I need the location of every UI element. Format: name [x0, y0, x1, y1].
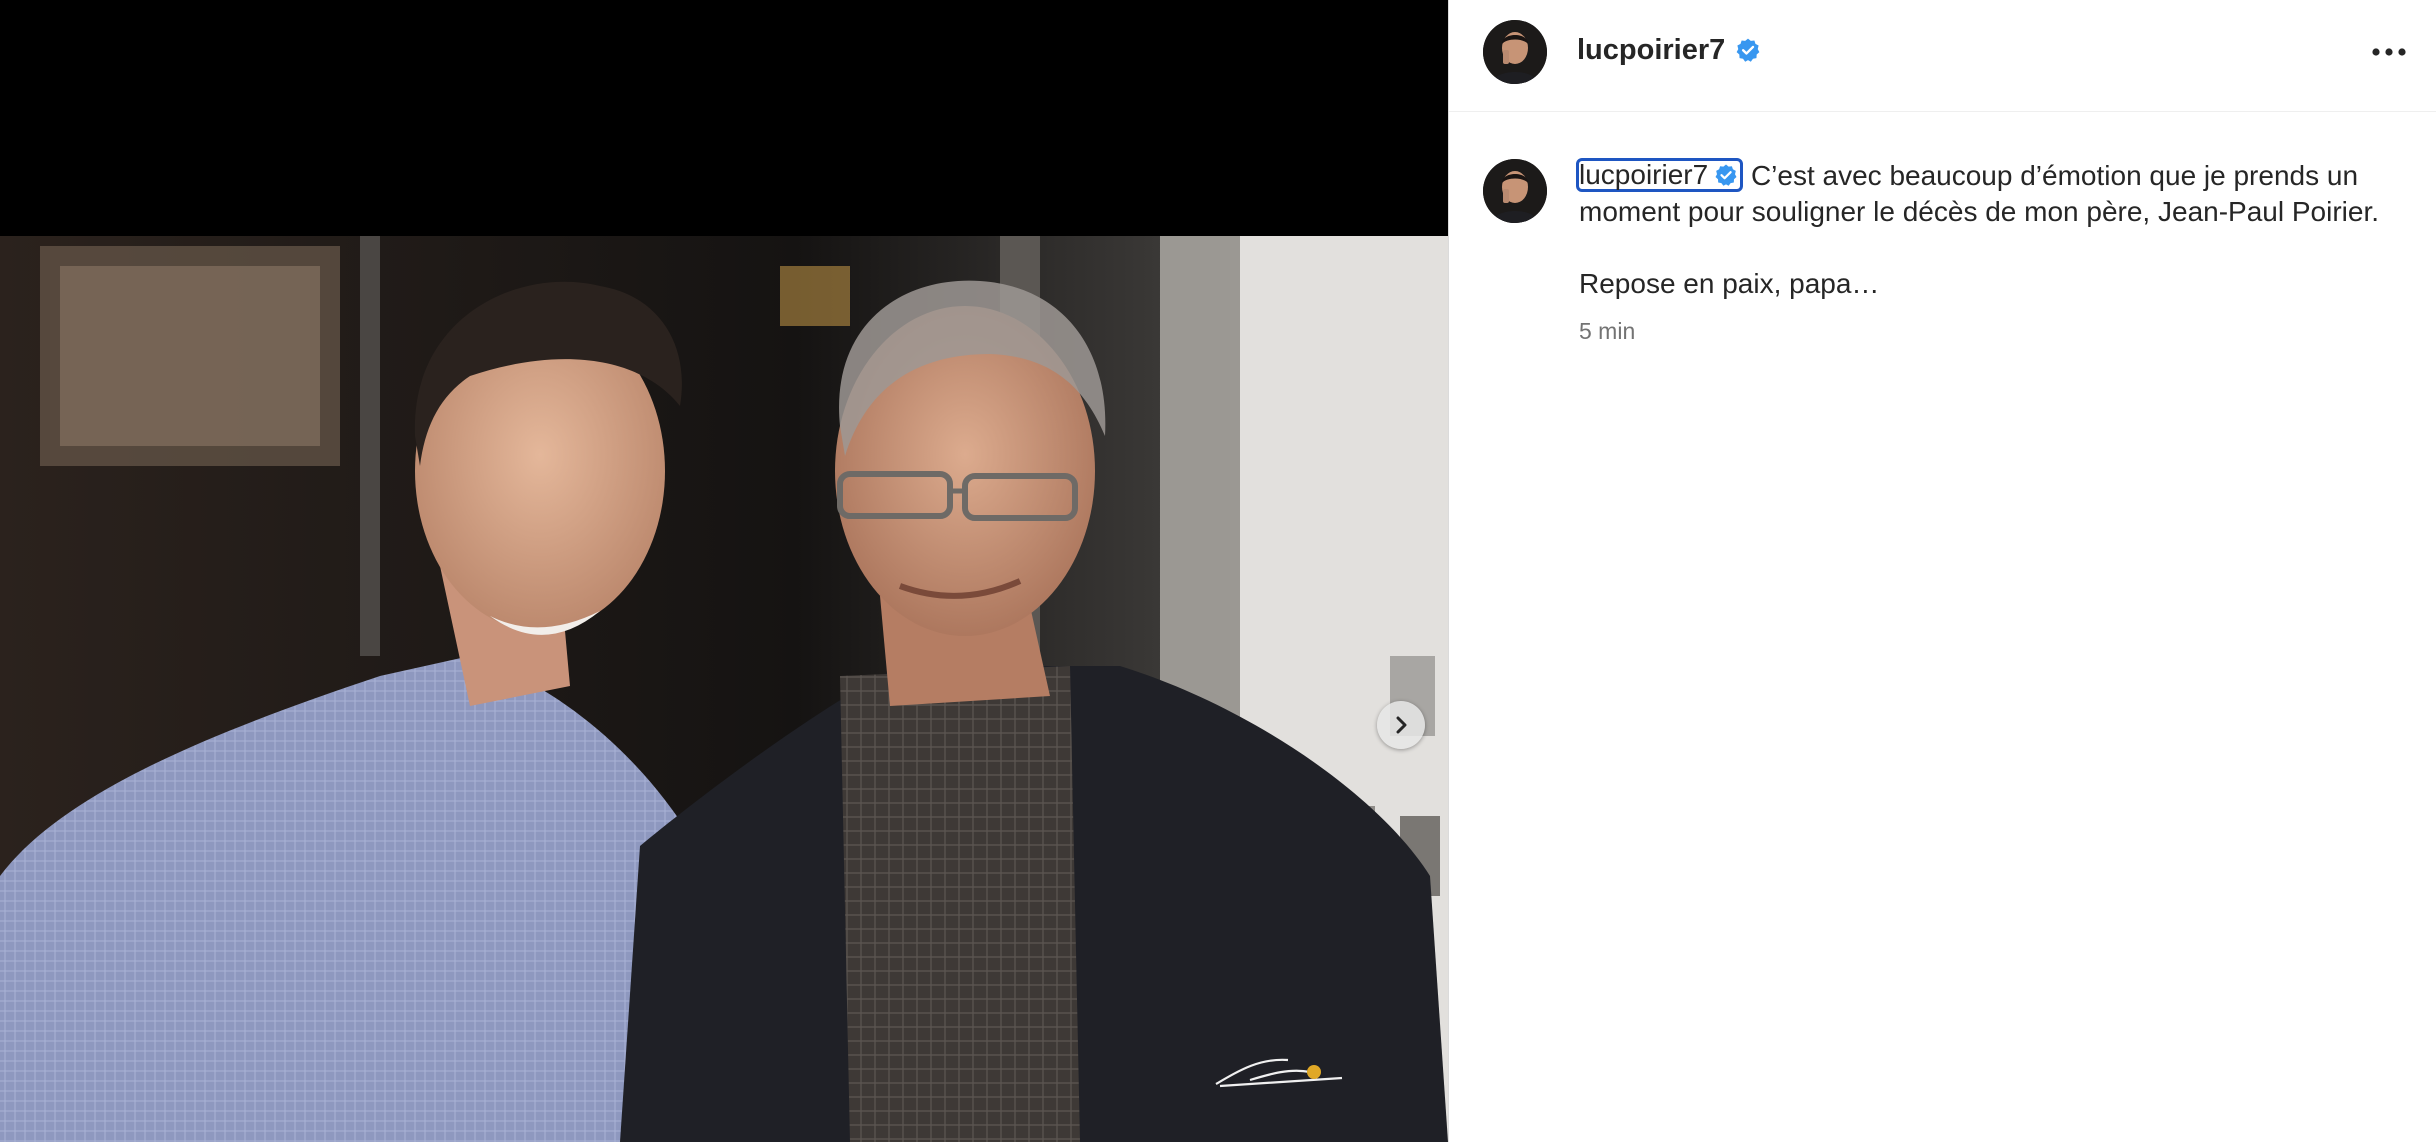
avatar[interactable] — [1483, 20, 1547, 84]
post-header: lucpoirier7 — [1449, 0, 2436, 112]
media-panel — [0, 0, 1448, 1142]
chevron-right-icon — [1396, 716, 1407, 734]
caption-username-link[interactable]: lucpoirier7 — [1576, 157, 1744, 193]
post-timestamp[interactable]: 5 min — [1579, 318, 1635, 345]
next-image-button[interactable] — [1377, 701, 1425, 749]
more-options-button[interactable] — [2367, 34, 2411, 70]
photographer-signature-watermark — [1210, 1050, 1350, 1090]
post-photo — [0, 236, 1448, 1142]
header-username[interactable]: lucpoirier7 — [1577, 30, 1761, 70]
verified-badge-icon — [1736, 38, 1760, 62]
caption-username[interactable]: lucpoirier7 — [1579, 157, 1708, 193]
username-label[interactable]: lucpoirier7 — [1577, 34, 1725, 67]
avatar[interactable] — [1483, 159, 1547, 223]
post-side-panel: lucpoirier7 lucpoirier7 C’est avec beauc… — [1448, 0, 2436, 1142]
caption-text: lucpoirier7 C’est avec beaucoup d’émotio… — [1576, 157, 2409, 302]
post-viewer: lucpoirier7 lucpoirier7 C’est avec beauc… — [0, 0, 2436, 1142]
more-horizontal-icon — [2372, 48, 2406, 56]
caption-line-2: Repose en paix, papa… — [1579, 268, 1880, 299]
verified-badge-icon — [1715, 164, 1737, 186]
